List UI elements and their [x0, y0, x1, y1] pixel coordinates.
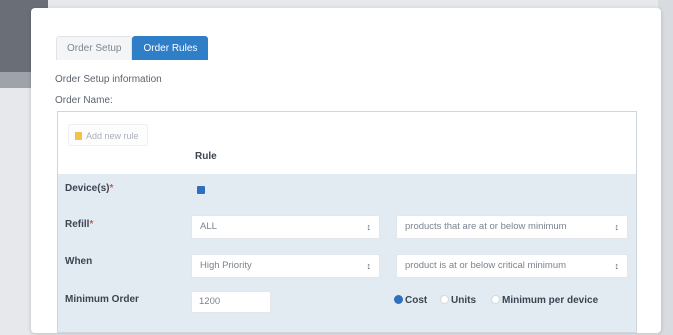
radio-minimum-per-device[interactable]: Minimum per device [491, 293, 598, 309]
select-caret-icon: ↕ [614, 222, 620, 232]
add-new-rule-label: Add new rule [86, 131, 139, 141]
order-name-label: Order Name: [55, 95, 113, 106]
select-caret-icon: ↕ [366, 222, 372, 232]
refill-select-value: ALL [200, 221, 217, 232]
tab-order-setup[interactable]: Order Setup [56, 36, 133, 60]
devices-required-mark: * [109, 183, 114, 194]
add-new-rule-button[interactable]: Add new rule [68, 124, 148, 146]
minimum-order-input[interactable]: 1200 [191, 291, 271, 313]
section-title: Order Setup information [55, 74, 162, 85]
radio-units[interactable]: Units [440, 293, 476, 309]
add-rule-icon [75, 132, 82, 140]
when-select-value: High Priority [200, 260, 252, 271]
devices-label-text: Device(s) [65, 183, 110, 194]
radio-cost-label: Cost [405, 295, 428, 306]
when-condition-value: product is at or below critical minimum [405, 260, 567, 271]
select-caret-icon: ↕ [366, 261, 372, 271]
when-condition-select[interactable]: product is at or below critical minimum … [396, 254, 628, 278]
radio-cost-icon [394, 295, 403, 304]
rule-column-header: Rule [195, 151, 217, 162]
minimum-order-label: Minimum Order [65, 294, 139, 305]
refill-label: Refill* [65, 219, 93, 230]
when-label: When [65, 256, 93, 267]
refill-condition-value: products that are at or below minimum [405, 221, 567, 232]
tab-order-rules[interactable]: Order Rules [132, 36, 209, 60]
radio-minimum-per-device-label: Minimum per device [502, 295, 599, 306]
radio-cost[interactable]: Cost [394, 293, 427, 309]
radio-units-icon [440, 295, 449, 304]
refill-required-mark: * [89, 219, 94, 230]
when-select[interactable]: High Priority ↕ [191, 254, 380, 278]
refill-label-text: Refill [65, 219, 90, 230]
devices-label: Device(s)* [65, 183, 113, 194]
radio-minimum-per-device-icon [491, 295, 500, 304]
tab-bar: Order Setup Order Rules [56, 36, 209, 60]
radio-units-label: Units [451, 295, 476, 306]
refill-condition-select[interactable]: products that are at or below minimum ↕ [396, 215, 628, 239]
select-caret-icon: ↕ [614, 261, 620, 271]
refill-select[interactable]: ALL ↕ [191, 215, 380, 239]
devices-checkbox[interactable] [197, 186, 205, 194]
